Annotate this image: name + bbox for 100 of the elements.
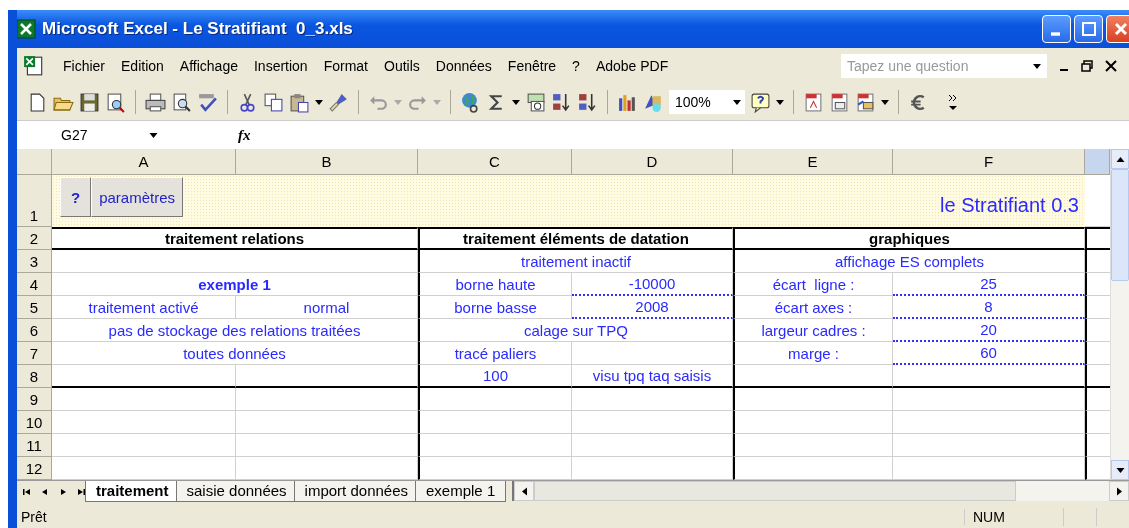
row-header[interactable]: 4	[17, 273, 52, 296]
row-header[interactable]: 8	[17, 365, 52, 388]
print-preview-icon[interactable]	[171, 91, 192, 113]
row-header[interactable]: 5	[17, 296, 52, 319]
table-cell[interactable]: visu tpq taq saisis	[572, 365, 733, 388]
menu-item[interactable]: Fichier	[55, 58, 113, 74]
next-sheet-icon[interactable]	[58, 487, 68, 497]
caret-icon[interactable]	[512, 99, 520, 105]
column-header[interactable]: A	[52, 149, 236, 175]
table-cell[interactable]: 8	[893, 296, 1085, 319]
menu-item[interactable]: Fenêtre	[499, 58, 565, 74]
menu-item[interactable]: Outils	[376, 58, 428, 74]
help-icon[interactable]	[750, 91, 771, 113]
row-header[interactable]: 11	[17, 434, 52, 457]
column-header[interactable]: D	[572, 149, 733, 175]
brush-icon[interactable]	[328, 91, 349, 113]
table-cell[interactable]: traitement inactif	[418, 250, 733, 273]
sheet-button[interactable]: paramètres	[91, 177, 184, 217]
save-icon[interactable]	[79, 91, 100, 113]
table-cell[interactable]: écart ligne :	[733, 273, 893, 296]
row-header[interactable]: 12	[17, 457, 52, 480]
pdf-mail-icon[interactable]	[829, 91, 850, 113]
table-cell[interactable]: marge :	[733, 342, 893, 365]
vertical-scrollbar[interactable]	[1110, 149, 1129, 480]
scroll-left-button[interactable]	[514, 481, 535, 501]
caret-icon[interactable]	[776, 99, 784, 105]
table-cell[interactable]: borne haute	[418, 273, 572, 296]
table-cell[interactable]: normal	[236, 296, 418, 319]
row-header[interactable]: 2	[17, 227, 52, 250]
table-cell[interactable]: traitement activé	[52, 296, 236, 319]
menu-item[interactable]: Edition	[113, 58, 172, 74]
sheet-button[interactable]: ?	[60, 177, 92, 217]
table-cell[interactable]: 20	[893, 319, 1085, 342]
table-cell[interactable]: exemple 1	[52, 273, 418, 296]
currency-icon[interactable]	[525, 91, 546, 113]
paste-icon[interactable]	[289, 91, 310, 113]
table-cell[interactable]: toutes données	[52, 342, 418, 365]
table-cell[interactable]: 2008	[572, 296, 733, 319]
scroll-thumb[interactable]	[534, 481, 1017, 501]
maximize-button[interactable]	[1074, 15, 1103, 43]
caret-icon[interactable]	[1033, 63, 1041, 69]
table-cell[interactable]: 100	[418, 365, 572, 388]
table-cell[interactable]: graphiques	[733, 227, 1085, 250]
close-icon[interactable]	[1105, 60, 1117, 72]
caret-icon[interactable]	[315, 99, 323, 105]
table-cell[interactable]: 60	[893, 342, 1085, 365]
scroll-down-button[interactable]	[1111, 460, 1129, 480]
last-sheet-icon[interactable]	[76, 487, 86, 497]
column-header[interactable]: B	[236, 149, 418, 175]
sort-descending-icon[interactable]	[577, 91, 598, 113]
table-cell[interactable]: affichage ES complets	[733, 250, 1085, 273]
help-search-field[interactable]: Tapez une question	[841, 54, 1047, 78]
table-cell[interactable]: pas de stockage des relations traitées	[52, 319, 418, 342]
print-icon[interactable]	[145, 91, 166, 113]
pdf-icon[interactable]	[803, 91, 824, 113]
row-header[interactable]: 6	[17, 319, 52, 342]
copy-icon[interactable]	[263, 91, 284, 113]
table-cell[interactable]: écart axes :	[733, 296, 893, 319]
horizontal-scrollbar[interactable]	[512, 481, 1129, 501]
restore-icon[interactable]	[1081, 60, 1093, 72]
spelling-check-icon[interactable]	[197, 91, 218, 113]
zoom-dropdown[interactable]: 100%	[669, 90, 745, 114]
caret-icon[interactable]	[881, 99, 889, 105]
row-header[interactable]: 7	[17, 342, 52, 365]
table-cell[interactable]: tracé paliers	[418, 342, 572, 365]
caret-icon[interactable]	[149, 132, 158, 138]
name-box[interactable]: G27	[17, 127, 137, 143]
table-cell[interactable]: borne basse	[418, 296, 572, 319]
minimize-button[interactable]	[1042, 15, 1071, 43]
row-header[interactable]: 9	[17, 388, 52, 411]
column-header[interactable]: C	[418, 149, 572, 175]
table-cell[interactable]: calage sur TPQ	[418, 319, 733, 342]
close-button[interactable]	[1106, 15, 1129, 43]
column-header[interactable]: E	[733, 149, 893, 175]
more-icon[interactable]	[948, 93, 958, 111]
table-cell[interactable]: largeur cadres :	[733, 319, 893, 342]
scroll-right-button[interactable]	[1109, 481, 1129, 501]
menu-item[interactable]: Affichage	[171, 58, 246, 74]
table-cell[interactable]: -10000	[572, 273, 733, 296]
row-header[interactable]: 1	[17, 175, 52, 227]
pdf-comment-icon[interactable]	[855, 91, 876, 113]
row-header[interactable]: 3	[17, 250, 52, 273]
table-cell[interactable]: traitement éléments de datation	[418, 227, 733, 250]
menu-item[interactable]: Insertion	[245, 58, 316, 74]
workbook-icon[interactable]	[23, 55, 45, 77]
scissors-icon[interactable]	[237, 91, 258, 113]
menu-item[interactable]: Données	[427, 58, 500, 74]
table-cell[interactable]: 25	[893, 273, 1085, 296]
row-header[interactable]: 10	[17, 411, 52, 434]
document-magnifier-icon[interactable]	[105, 91, 126, 113]
first-sheet-icon[interactable]	[22, 487, 32, 497]
formula-bar[interactable]: G27 fx	[17, 120, 1129, 149]
menu-item[interactable]: ?	[564, 58, 588, 74]
menu-item[interactable]: Adobe PDF	[587, 58, 677, 74]
globe-icon[interactable]	[460, 91, 481, 113]
scroll-up-button[interactable]	[1111, 149, 1129, 169]
sheet-tab[interactable]: exemple 1	[415, 481, 507, 502]
menu-item[interactable]: Format	[315, 58, 376, 74]
previous-sheet-icon[interactable]	[40, 487, 50, 497]
column-header[interactable]: F	[893, 149, 1085, 175]
